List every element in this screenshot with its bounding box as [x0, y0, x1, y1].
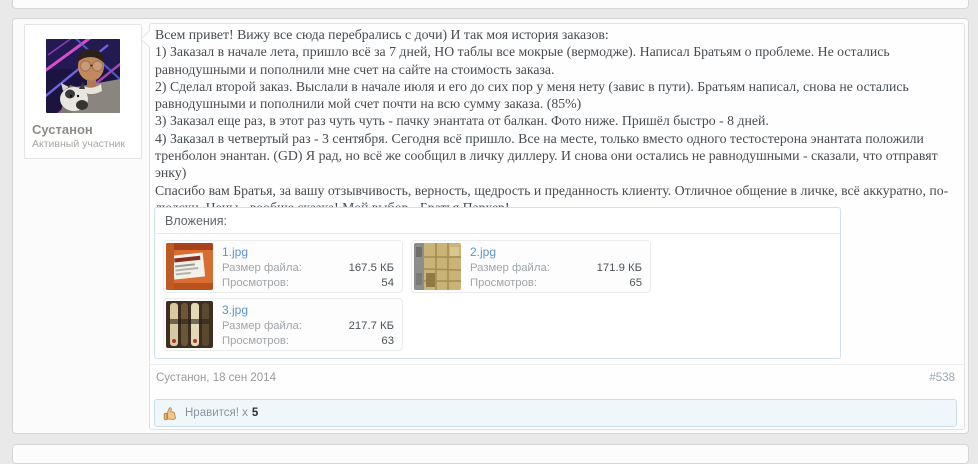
username[interactable]: Сустанон [32, 122, 136, 137]
message-text: Всем привет! Вижу все сюда перебрались с… [155, 26, 958, 216]
views-label: Просмотров: [222, 276, 289, 291]
message-bubble: Всем привет! Вижу все сюда перебрались с… [149, 23, 965, 430]
attachments-block: Вложения: [154, 207, 841, 359]
ampoules-thumbnail[interactable] [166, 301, 213, 348]
file-size-label: Размер файла: [222, 319, 302, 334]
file-size-value: 217.7 КБ [349, 319, 394, 334]
post-meta: Сустанон, 18 сен 2014 #538 [156, 372, 955, 384]
views-label: Просмотров: [222, 334, 289, 349]
previous-post-edge [12, 0, 969, 9]
avatar[interactable] [46, 39, 120, 113]
attachment-filename[interactable]: 3.jpg [222, 303, 394, 317]
attachment-filename[interactable]: 2.jpg [470, 245, 642, 259]
like-label: Нравится! x [185, 407, 248, 419]
attachment-card[interactable]: 3.jpg Размер файла: 217.7 КБ Просмотров:… [163, 298, 403, 351]
like-bar[interactable]: Нравится! x 5 [154, 399, 957, 427]
like-count: 5 [252, 407, 258, 419]
user-info-card: Сустанон Активный участник [24, 24, 142, 159]
gold-blister-pack-thumbnail[interactable] [414, 243, 461, 290]
attachments-header: Вложения: [155, 208, 840, 234]
file-size-value: 167.5 КБ [349, 261, 394, 276]
attachment-card[interactable]: 2.jpg Размер файла: 171.9 КБ Просмотров:… [411, 240, 651, 293]
post-byline[interactable]: Сустанон, 18 сен 2014 [156, 372, 276, 384]
attachments-list: 1.jpg Размер файла: 167.5 КБ Просмотров:… [155, 234, 840, 358]
attachment-filename[interactable]: 1.jpg [222, 245, 394, 259]
file-size-label: Размер файла: [470, 261, 550, 276]
next-post-edge [12, 444, 969, 464]
file-size-label: Размер файла: [222, 261, 302, 276]
views-value: 65 [629, 276, 642, 291]
views-value: 63 [381, 334, 394, 349]
post-number-link[interactable]: #538 [929, 372, 955, 384]
thumbs-up-icon [163, 406, 178, 421]
views-value: 54 [381, 276, 394, 291]
views-label: Просмотров: [470, 276, 537, 291]
file-size-value: 171.9 КБ [597, 261, 642, 276]
orange-medicine-box-thumbnail[interactable] [166, 243, 213, 290]
forum-post: Сустанон Активный участник Всем привет! … [12, 18, 969, 434]
attachment-card[interactable]: 1.jpg Размер файла: 167.5 КБ Просмотров:… [163, 240, 403, 293]
meta-divider [150, 364, 964, 365]
user-title: Активный участник [32, 138, 136, 150]
